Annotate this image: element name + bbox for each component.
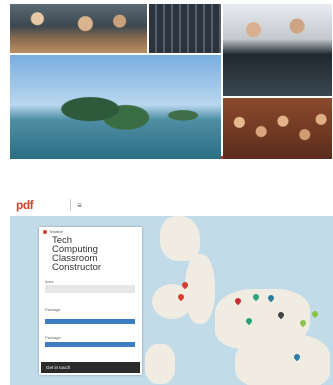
map-land-luzon-south	[185, 254, 215, 324]
workers-photo	[10, 4, 147, 53]
section-label: Package	[45, 307, 61, 312]
panel-header: Tentative	[43, 230, 63, 234]
section2-label: Package	[45, 335, 61, 340]
map-marker[interactable]	[310, 309, 320, 319]
students-photo	[223, 98, 332, 159]
location-pin-icon	[43, 230, 47, 234]
field-label: Area	[45, 279, 54, 284]
project-title: Tech Computing Classroom Constructor	[52, 236, 132, 273]
get-in-touch-button[interactable]: Get in touch	[41, 362, 140, 373]
project-panel: Tentative Tech Computing Classroom Const…	[39, 227, 142, 375]
package-button-2[interactable]	[45, 342, 135, 347]
brand-logo[interactable]: pdf	[16, 198, 34, 212]
island-photo	[10, 55, 221, 159]
project-title-line: Constructor	[52, 262, 102, 273]
computer-lab-photo	[223, 4, 332, 96]
map-land-mindoro	[152, 284, 192, 319]
menu-icon[interactable]: ≡	[77, 201, 82, 210]
map-screenshot: pdf ≡ Tentative Tech Computing Classroom…	[10, 194, 333, 385]
area-field[interactable]	[45, 285, 135, 293]
map-land-mindanao	[235, 334, 330, 385]
package-button-1[interactable]	[45, 319, 135, 324]
top-bar-divider	[70, 199, 72, 211]
server-room-photo	[149, 4, 221, 53]
map-land-palawan	[145, 344, 175, 384]
panel-header-text: Tentative	[49, 230, 64, 234]
photo-collage	[10, 4, 332, 159]
app-top-bar: pdf ≡	[10, 194, 333, 216]
